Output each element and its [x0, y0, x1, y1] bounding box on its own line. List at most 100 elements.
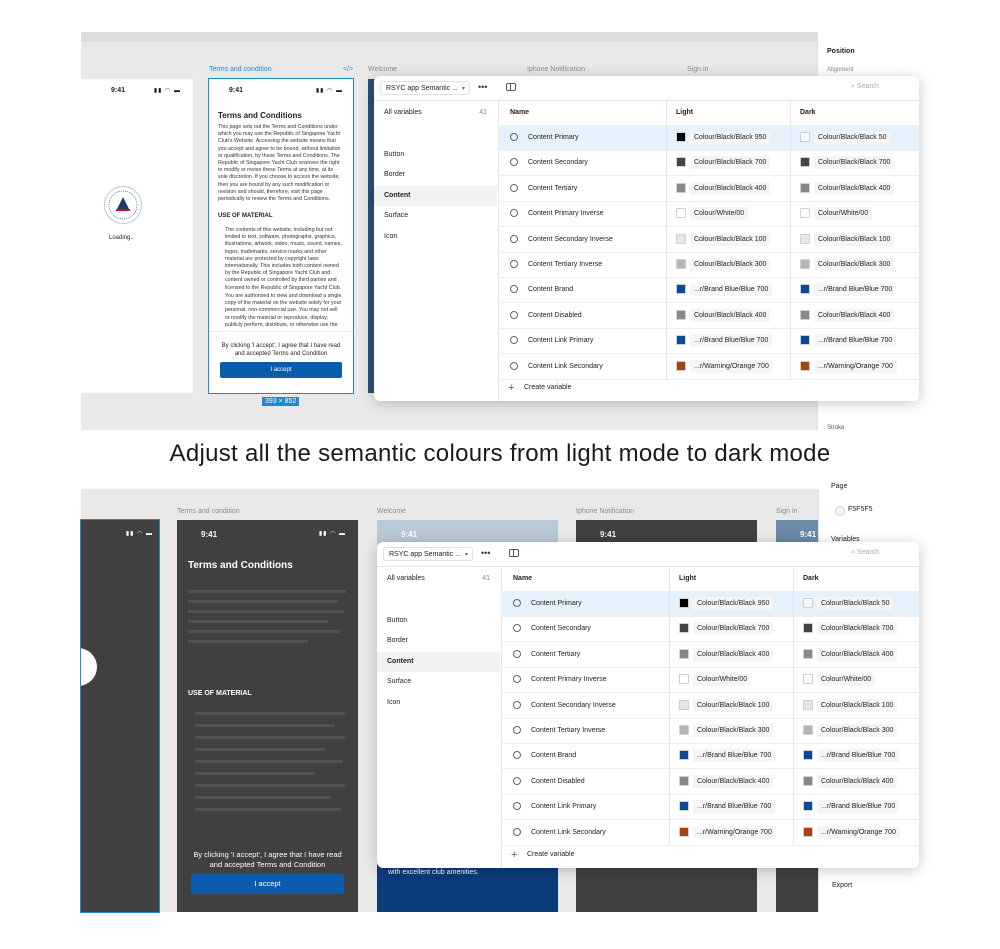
dark-value[interactable]: Colour/Black/Black 100 — [814, 232, 895, 246]
dark-value[interactable]: Colour/Black/Black 300 — [817, 724, 898, 737]
dark-value[interactable]: Colour/Black/Black 100 — [817, 698, 898, 712]
variable-row[interactable]: Content Secondary Colour/Black/Black 700 C… — [501, 616, 919, 643]
dark-value[interactable]: ...r/Brand Blue/Blue 700 — [814, 283, 897, 297]
variable-row[interactable]: Content Tertiary Inverse Colour/Black/Bla… — [498, 252, 919, 278]
dark-value[interactable]: Colour/Black/Black 400 — [817, 774, 898, 788]
column-dark-header[interactable]: Dark — [803, 575, 819, 582]
variable-row[interactable]: Content Secondary Inverse Colour/Black/Bl… — [501, 693, 919, 719]
group-item-content[interactable]: Content — [377, 651, 500, 672]
variable-name[interactable]: Content Tertiary Inverse — [531, 727, 605, 734]
variable-name[interactable]: Content Secondary — [531, 625, 591, 632]
variable-name[interactable]: Content Link Primary — [528, 337, 593, 344]
variable-row[interactable]: Content Tertiary Colour/Black/Black 400 Co… — [501, 642, 919, 668]
variable-name[interactable]: Content Primary — [528, 134, 579, 141]
light-value[interactable]: ...r/Brand Blue/Blue 700 — [690, 283, 773, 297]
dark-value[interactable]: Colour/Black/Black 300 — [814, 258, 895, 271]
variable-row[interactable]: Content Disabled Colour/Black/Black 400 Co… — [501, 769, 919, 795]
accept-button[interactable]: I accept — [191, 874, 344, 894]
variables-panel-bottom[interactable]: RSYC app Semantic ... ▾ ••• ⌕ Search All var… — [377, 542, 919, 868]
code-icon[interactable]: </> — [343, 66, 353, 73]
more-options-icon[interactable]: ••• — [481, 547, 490, 559]
create-variable-button[interactable]: + Create variable — [501, 842, 919, 868]
light-value[interactable]: Colour/White/00 — [693, 673, 752, 687]
more-options-icon[interactable]: ••• — [478, 81, 487, 93]
group-item-content[interactable]: Content — [374, 185, 497, 206]
variable-row[interactable]: Content Primary Colour/Black/Black 950 Col… — [498, 125, 919, 151]
search-input[interactable]: ⌕ Search — [851, 83, 879, 91]
variable-name[interactable]: Content Link Secondary — [531, 829, 606, 836]
page-color-swatch[interactable] — [835, 506, 845, 516]
dark-value[interactable]: ...r/Warning/Orange 700 — [814, 359, 897, 373]
column-name-header[interactable]: Name — [513, 575, 532, 582]
light-value[interactable]: Colour/Black/Black 300 — [690, 258, 771, 271]
light-value[interactable]: Colour/Black/Black 100 — [693, 698, 774, 712]
frame-label-terms[interactable]: Terms and condition — [209, 66, 272, 73]
dark-value[interactable]: Colour/Black/Black 700 — [817, 622, 898, 636]
frame-label-welcome[interactable]: Welcome — [368, 66, 397, 73]
frame-label-terms[interactable]: Terms and condition — [177, 508, 240, 515]
light-value[interactable]: Colour/Black/Black 400 — [693, 647, 774, 661]
variable-name[interactable]: Content Link Primary — [531, 803, 596, 810]
light-value[interactable]: Colour/Black/Black 700 — [693, 622, 774, 636]
light-value[interactable]: Colour/Black/Black 400 — [690, 308, 771, 322]
frame-label-notification[interactable]: Iphone Notification — [527, 66, 585, 73]
variables-panel-top[interactable]: RSYC app Semantic ... ▾ ••• ⌕ Search All var… — [374, 76, 919, 401]
light-value[interactable]: Colour/Black/Black 400 — [690, 181, 771, 195]
variable-name[interactable]: Content Disabled — [531, 778, 585, 785]
group-item-button[interactable]: Button — [377, 611, 500, 631]
group-item-icon[interactable]: Icon — [377, 693, 500, 713]
group-item-all-variables[interactable]: All variables 41 — [374, 103, 497, 123]
light-value[interactable]: Colour/White/00 — [690, 207, 749, 221]
variable-row[interactable]: Content Disabled Colour/Black/Black 400 Co… — [498, 303, 919, 329]
group-item-surface[interactable]: Surface — [374, 206, 497, 226]
light-value[interactable]: ...r/Brand Blue/Blue 700 — [693, 800, 776, 814]
variable-name[interactable]: Content Brand — [531, 752, 576, 759]
variable-name[interactable]: Content Primary Inverse — [528, 210, 603, 217]
light-value[interactable]: ...r/Warning/Orange 700 — [690, 359, 773, 373]
loading-screen-frame[interactable]: 9:41 ▮▮ ◠ ▬ Loading.. — [81, 79, 193, 393]
frame-label-welcome[interactable]: Welcome — [377, 508, 406, 515]
light-value[interactable]: ...r/Brand Blue/Blue 700 — [693, 749, 776, 763]
dark-value[interactable]: Colour/Black/Black 400 — [817, 647, 898, 661]
variable-name[interactable]: Content Tertiary — [528, 185, 577, 192]
collection-select[interactable]: RSYC app Semantic ... ▾ — [383, 547, 473, 561]
dark-value[interactable]: Colour/Black/Black 50 — [814, 131, 891, 144]
column-name-header[interactable]: Name — [510, 109, 529, 116]
search-input[interactable]: ⌕ Search — [851, 549, 879, 557]
dark-value[interactable]: Colour/Black/Black 50 — [817, 597, 894, 610]
dark-value[interactable]: Colour/White/00 — [817, 673, 876, 687]
dark-value[interactable]: ...r/Brand Blue/Blue 700 — [817, 800, 900, 814]
light-value[interactable]: ...r/Warning/Orange 700 — [693, 825, 776, 839]
variable-row[interactable]: Content Tertiary Inverse Colour/Black/Bla… — [501, 718, 919, 744]
group-item-surface[interactable]: Surface — [377, 672, 500, 692]
light-value[interactable]: Colour/Black/Black 950 — [690, 131, 771, 144]
collection-select[interactable]: RSYC app Semantic ... ▾ — [380, 81, 470, 95]
group-item-icon[interactable]: Icon — [374, 227, 497, 247]
create-variable-button[interactable]: + Create variable — [498, 375, 919, 401]
light-value[interactable]: Colour/Black/Black 700 — [690, 156, 771, 170]
variable-name[interactable]: Content Tertiary Inverse — [528, 261, 602, 268]
frame-label-signin[interactable]: Sign in — [687, 66, 708, 73]
variable-row[interactable]: Content Secondary Inverse Colour/Black/Bl… — [498, 227, 919, 253]
variable-row[interactable]: Content Link Primary ...r/Brand Blue/Blue… — [501, 794, 919, 821]
column-light-header[interactable]: Light — [679, 575, 696, 582]
variable-row[interactable]: Content Secondary Colour/Black/Black 700 C… — [498, 150, 919, 177]
group-item-border[interactable]: Border — [374, 165, 497, 185]
dark-value[interactable]: Colour/Black/Black 400 — [814, 181, 895, 195]
variable-name[interactable]: Content Secondary — [528, 159, 588, 166]
variable-name[interactable]: Content Secondary Inverse — [531, 702, 616, 709]
variable-row[interactable]: Content Primary Inverse Colour/White/00 Co… — [498, 201, 919, 228]
group-item-all-variables[interactable]: All variables 41 — [377, 569, 500, 589]
variable-name[interactable]: Content Tertiary — [531, 651, 580, 658]
variable-name[interactable]: Content Secondary Inverse — [528, 236, 613, 243]
toggle-sidebar-icon[interactable] — [506, 83, 516, 91]
group-item-button[interactable]: Button — [374, 145, 497, 165]
column-dark-header[interactable]: Dark — [800, 109, 816, 116]
variable-row[interactable]: Content Brand ...r/Brand Blue/Blue 700...… — [501, 743, 919, 770]
light-value[interactable]: ...r/Brand Blue/Blue 700 — [690, 334, 773, 348]
frame-label-notification[interactable]: Iphone Notification — [576, 508, 634, 515]
terms-screen-frame-dark[interactable]: 9:41 ▮▮ ◠ ▬ Terms and Conditions USE OF … — [177, 520, 358, 912]
variable-row[interactable]: Content Brand ...r/Brand Blue/Blue 700...… — [498, 277, 919, 304]
column-light-header[interactable]: Light — [676, 109, 693, 116]
dark-value[interactable]: ...r/Warning/Orange 700 — [817, 825, 900, 839]
